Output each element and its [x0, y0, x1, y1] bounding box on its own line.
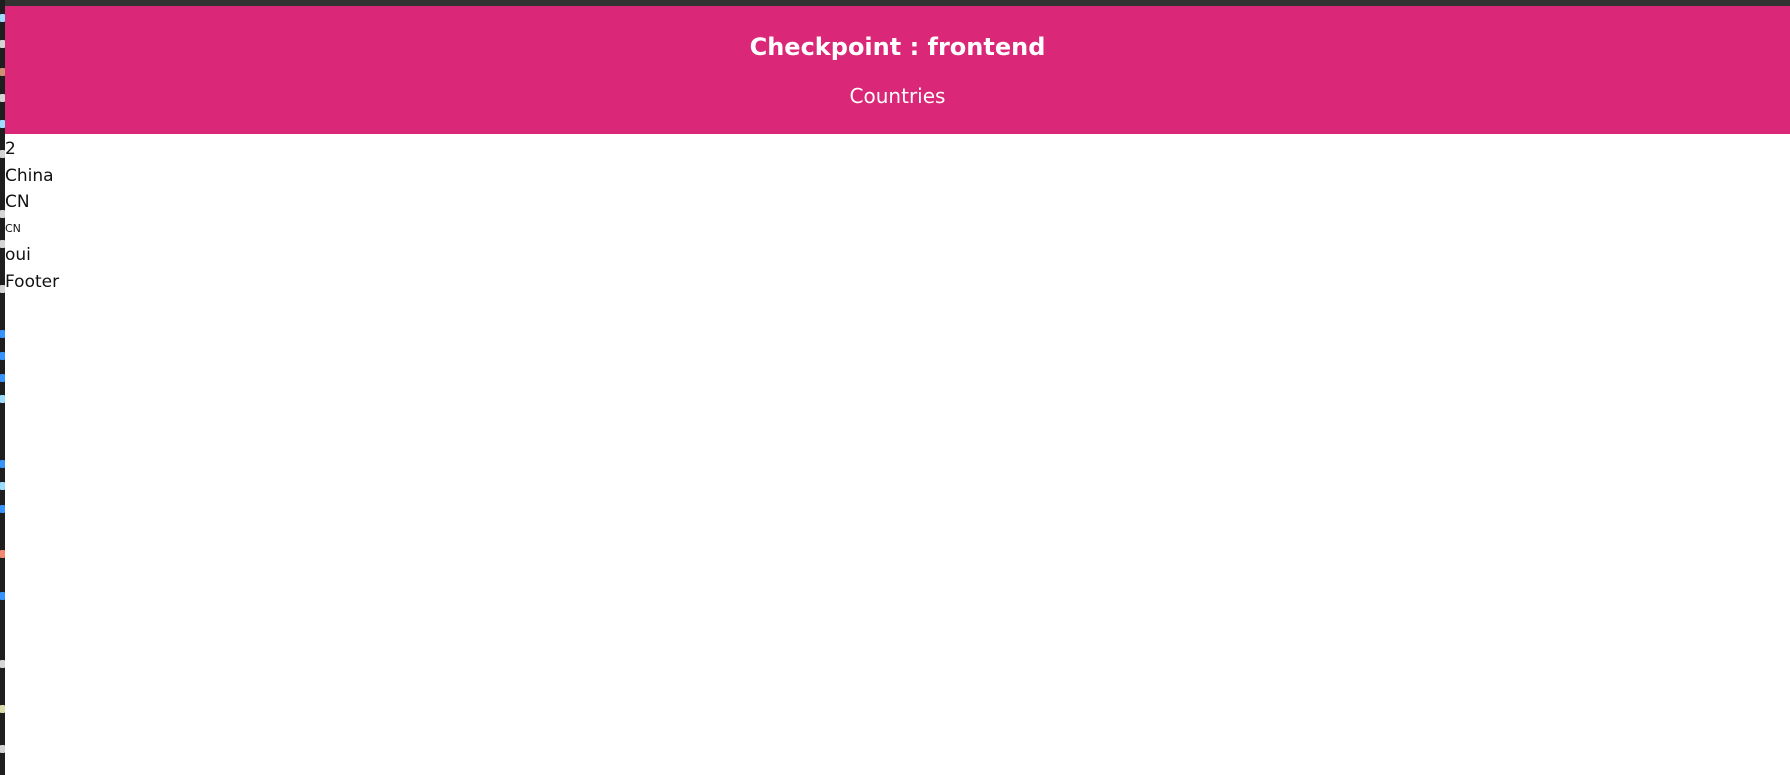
country-id: 2: [5, 139, 16, 159]
browser-viewport: Checkpoint : frontend Countries 2 China …: [0, 0, 1790, 775]
country-code: CN: [5, 192, 30, 212]
app-header: Checkpoint : frontend Countries: [5, 6, 1790, 134]
country-name: China: [5, 165, 54, 186]
country-flag-text: oui: [5, 245, 31, 265]
page-title: Checkpoint : frontend: [749, 33, 1046, 61]
country-code-small: CN: [5, 221, 21, 235]
footer: Footer: [5, 271, 60, 292]
country-details: 2 China CN CN oui Footer: [5, 136, 59, 295]
page-subtitle: Countries: [849, 84, 946, 108]
